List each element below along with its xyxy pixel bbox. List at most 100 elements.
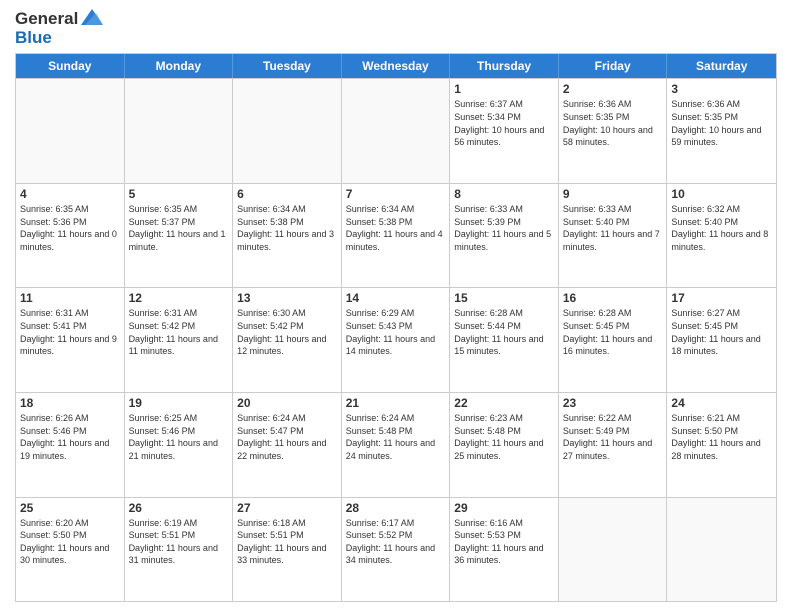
day-number: 19: [129, 396, 229, 410]
day-number: 23: [563, 396, 663, 410]
empty-cell-4-6: [667, 498, 776, 602]
day-number: 10: [671, 187, 772, 201]
day-number: 28: [346, 501, 446, 515]
day-info: Sunrise: 6:16 AMSunset: 5:53 PMDaylight:…: [454, 517, 554, 567]
day-cell-16: 16 Sunrise: 6:28 AMSunset: 5:45 PMDaylig…: [559, 288, 668, 392]
day-number: 22: [454, 396, 554, 410]
day-number: 2: [563, 82, 663, 96]
day-cell-6: 6 Sunrise: 6:34 AMSunset: 5:38 PMDayligh…: [233, 184, 342, 288]
logo: General Blue: [15, 10, 103, 47]
day-number: 12: [129, 291, 229, 305]
day-info: Sunrise: 6:32 AMSunset: 5:40 PMDaylight:…: [671, 203, 772, 253]
day-number: 9: [563, 187, 663, 201]
day-info: Sunrise: 6:24 AMSunset: 5:47 PMDaylight:…: [237, 412, 337, 462]
empty-cell-0-3: [342, 79, 451, 183]
day-cell-2: 2 Sunrise: 6:36 AMSunset: 5:35 PMDayligh…: [559, 79, 668, 183]
day-info: Sunrise: 6:35 AMSunset: 5:37 PMDaylight:…: [129, 203, 229, 253]
week-row-1: 1 Sunrise: 6:37 AMSunset: 5:34 PMDayligh…: [16, 78, 776, 183]
header-day-tuesday: Tuesday: [233, 54, 342, 78]
day-number: 3: [671, 82, 772, 96]
day-info: Sunrise: 6:18 AMSunset: 5:51 PMDaylight:…: [237, 517, 337, 567]
logo-line2: Blue: [15, 29, 78, 48]
day-info: Sunrise: 6:21 AMSunset: 5:50 PMDaylight:…: [671, 412, 772, 462]
day-cell-23: 23 Sunrise: 6:22 AMSunset: 5:49 PMDaylig…: [559, 393, 668, 497]
day-number: 8: [454, 187, 554, 201]
day-info: Sunrise: 6:33 AMSunset: 5:39 PMDaylight:…: [454, 203, 554, 253]
page: General Blue SundayMondayTuesdayWednesda…: [0, 0, 792, 612]
day-info: Sunrise: 6:28 AMSunset: 5:45 PMDaylight:…: [563, 307, 663, 357]
day-number: 6: [237, 187, 337, 201]
day-number: 1: [454, 82, 554, 96]
header-day-thursday: Thursday: [450, 54, 559, 78]
day-number: 25: [20, 501, 120, 515]
day-info: Sunrise: 6:23 AMSunset: 5:48 PMDaylight:…: [454, 412, 554, 462]
day-number: 24: [671, 396, 772, 410]
day-cell-8: 8 Sunrise: 6:33 AMSunset: 5:39 PMDayligh…: [450, 184, 559, 288]
header-day-monday: Monday: [125, 54, 234, 78]
day-info: Sunrise: 6:33 AMSunset: 5:40 PMDaylight:…: [563, 203, 663, 253]
day-info: Sunrise: 6:37 AMSunset: 5:34 PMDaylight:…: [454, 98, 554, 148]
day-info: Sunrise: 6:25 AMSunset: 5:46 PMDaylight:…: [129, 412, 229, 462]
week-row-4: 18 Sunrise: 6:26 AMSunset: 5:46 PMDaylig…: [16, 392, 776, 497]
day-cell-9: 9 Sunrise: 6:33 AMSunset: 5:40 PMDayligh…: [559, 184, 668, 288]
day-number: 15: [454, 291, 554, 305]
empty-cell-4-5: [559, 498, 668, 602]
day-cell-20: 20 Sunrise: 6:24 AMSunset: 5:47 PMDaylig…: [233, 393, 342, 497]
day-number: 21: [346, 396, 446, 410]
day-number: 29: [454, 501, 554, 515]
day-cell-22: 22 Sunrise: 6:23 AMSunset: 5:48 PMDaylig…: [450, 393, 559, 497]
day-cell-17: 17 Sunrise: 6:27 AMSunset: 5:45 PMDaylig…: [667, 288, 776, 392]
day-cell-4: 4 Sunrise: 6:35 AMSunset: 5:36 PMDayligh…: [16, 184, 125, 288]
logo-text-block: General Blue: [15, 10, 78, 47]
day-number: 27: [237, 501, 337, 515]
day-cell-19: 19 Sunrise: 6:25 AMSunset: 5:46 PMDaylig…: [125, 393, 234, 497]
week-row-2: 4 Sunrise: 6:35 AMSunset: 5:36 PMDayligh…: [16, 183, 776, 288]
day-info: Sunrise: 6:31 AMSunset: 5:41 PMDaylight:…: [20, 307, 120, 357]
day-cell-10: 10 Sunrise: 6:32 AMSunset: 5:40 PMDaylig…: [667, 184, 776, 288]
day-number: 26: [129, 501, 229, 515]
calendar-header: SundayMondayTuesdayWednesdayThursdayFrid…: [16, 54, 776, 78]
day-number: 5: [129, 187, 229, 201]
logo-graphic: General Blue: [15, 10, 103, 47]
day-number: 16: [563, 291, 663, 305]
day-number: 7: [346, 187, 446, 201]
day-number: 11: [20, 291, 120, 305]
day-info: Sunrise: 6:28 AMSunset: 5:44 PMDaylight:…: [454, 307, 554, 357]
day-number: 14: [346, 291, 446, 305]
day-info: Sunrise: 6:17 AMSunset: 5:52 PMDaylight:…: [346, 517, 446, 567]
day-cell-27: 27 Sunrise: 6:18 AMSunset: 5:51 PMDaylig…: [233, 498, 342, 602]
day-info: Sunrise: 6:27 AMSunset: 5:45 PMDaylight:…: [671, 307, 772, 357]
day-number: 4: [20, 187, 120, 201]
day-number: 13: [237, 291, 337, 305]
day-cell-26: 26 Sunrise: 6:19 AMSunset: 5:51 PMDaylig…: [125, 498, 234, 602]
header-day-wednesday: Wednesday: [342, 54, 451, 78]
empty-cell-0-2: [233, 79, 342, 183]
day-info: Sunrise: 6:29 AMSunset: 5:43 PMDaylight:…: [346, 307, 446, 357]
empty-cell-0-1: [125, 79, 234, 183]
logo-bird-icon: [81, 9, 103, 41]
empty-cell-0-0: [16, 79, 125, 183]
day-cell-21: 21 Sunrise: 6:24 AMSunset: 5:48 PMDaylig…: [342, 393, 451, 497]
day-cell-13: 13 Sunrise: 6:30 AMSunset: 5:42 PMDaylig…: [233, 288, 342, 392]
day-cell-18: 18 Sunrise: 6:26 AMSunset: 5:46 PMDaylig…: [16, 393, 125, 497]
day-info: Sunrise: 6:19 AMSunset: 5:51 PMDaylight:…: [129, 517, 229, 567]
calendar-body: 1 Sunrise: 6:37 AMSunset: 5:34 PMDayligh…: [16, 78, 776, 601]
day-info: Sunrise: 6:22 AMSunset: 5:49 PMDaylight:…: [563, 412, 663, 462]
day-cell-7: 7 Sunrise: 6:34 AMSunset: 5:38 PMDayligh…: [342, 184, 451, 288]
day-cell-3: 3 Sunrise: 6:36 AMSunset: 5:35 PMDayligh…: [667, 79, 776, 183]
day-cell-11: 11 Sunrise: 6:31 AMSunset: 5:41 PMDaylig…: [16, 288, 125, 392]
day-info: Sunrise: 6:34 AMSunset: 5:38 PMDaylight:…: [237, 203, 337, 253]
day-cell-25: 25 Sunrise: 6:20 AMSunset: 5:50 PMDaylig…: [16, 498, 125, 602]
day-info: Sunrise: 6:31 AMSunset: 5:42 PMDaylight:…: [129, 307, 229, 357]
day-cell-1: 1 Sunrise: 6:37 AMSunset: 5:34 PMDayligh…: [450, 79, 559, 183]
week-row-3: 11 Sunrise: 6:31 AMSunset: 5:41 PMDaylig…: [16, 287, 776, 392]
day-number: 20: [237, 396, 337, 410]
day-info: Sunrise: 6:20 AMSunset: 5:50 PMDaylight:…: [20, 517, 120, 567]
day-cell-5: 5 Sunrise: 6:35 AMSunset: 5:37 PMDayligh…: [125, 184, 234, 288]
day-cell-24: 24 Sunrise: 6:21 AMSunset: 5:50 PMDaylig…: [667, 393, 776, 497]
header-day-friday: Friday: [559, 54, 668, 78]
day-info: Sunrise: 6:36 AMSunset: 5:35 PMDaylight:…: [671, 98, 772, 148]
header-day-sunday: Sunday: [16, 54, 125, 78]
day-cell-29: 29 Sunrise: 6:16 AMSunset: 5:53 PMDaylig…: [450, 498, 559, 602]
day-cell-12: 12 Sunrise: 6:31 AMSunset: 5:42 PMDaylig…: [125, 288, 234, 392]
